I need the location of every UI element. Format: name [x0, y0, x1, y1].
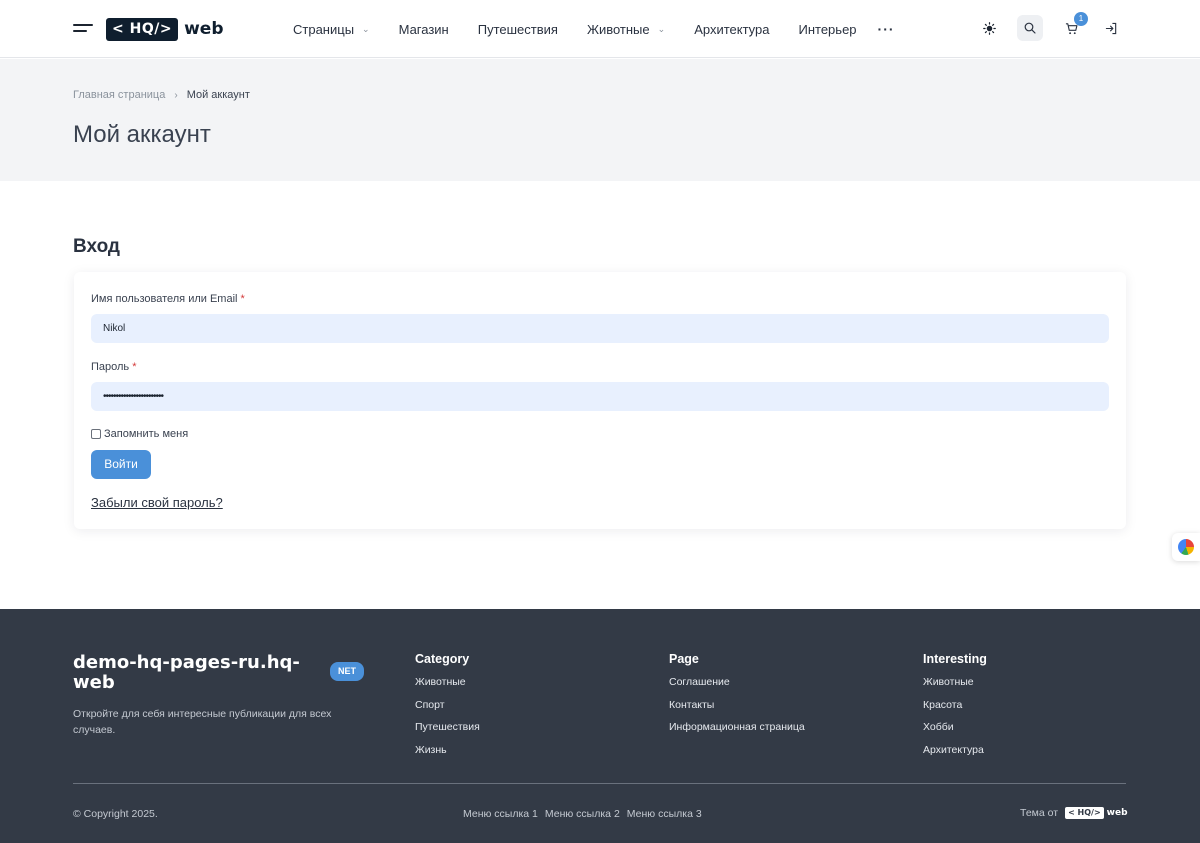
- login-button[interactable]: [1098, 15, 1124, 41]
- page-header-band: Главная страница › Мой аккаунт Мой аккау…: [0, 59, 1200, 181]
- site-logo[interactable]: < HQ/> web: [106, 17, 223, 41]
- chevron-down-icon: ⌄: [657, 23, 666, 34]
- breadcrumb-current: Мой аккаунт: [186, 89, 250, 101]
- footer-menu-link[interactable]: Меню ссылка 3: [627, 808, 702, 820]
- footer-link[interactable]: Спорт: [415, 696, 480, 719]
- footer-column-title: Category: [415, 652, 470, 666]
- remember-me[interactable]: Запомнить меня: [91, 428, 188, 440]
- password-label: Пароль *: [91, 361, 137, 373]
- chart-pie-icon: [1178, 539, 1194, 555]
- accessibility-widget[interactable]: [1172, 533, 1200, 561]
- username-label: Имя пользователя или Email *: [91, 293, 245, 305]
- footer-link[interactable]: Красота: [923, 696, 987, 719]
- forgot-password-link[interactable]: Забыли свой пароль?: [91, 495, 223, 510]
- footer-brand[interactable]: demo-hq-pages-ru.hq-web: [73, 653, 313, 693]
- theme-logo-word[interactable]: web: [1107, 808, 1128, 818]
- footer-link[interactable]: Информационная страница: [669, 718, 805, 741]
- footer-column-category: Category Животные Спорт Путешествия Жизн…: [415, 652, 480, 763]
- footer-column-page: Page Соглашение Контакты Информационная …: [669, 652, 805, 741]
- footer-menu-link[interactable]: Меню ссылка 2: [545, 808, 620, 820]
- login-submit-button[interactable]: Войти: [91, 450, 151, 479]
- password-label-text: Пароль: [91, 361, 130, 373]
- login-icon: [1105, 22, 1116, 34]
- site-header: < HQ/> web Страницы ⌄ Магазин Путешестви…: [0, 0, 1200, 58]
- login-form: Имя пользователя или Email * Пароль * За…: [74, 272, 1126, 529]
- sun-icon: [982, 21, 996, 35]
- nav-item-label: Путешествия: [477, 21, 558, 37]
- footer-column-interesting: Interesting Животные Красота Хобби Архит…: [923, 652, 987, 763]
- username-input[interactable]: [91, 314, 1109, 343]
- nav-item-interior[interactable]: Интерьер: [799, 22, 857, 37]
- nav-item-label: Магазин: [398, 21, 449, 37]
- footer-copyright: © Copyright 2025.: [73, 808, 158, 820]
- nav-item-pages[interactable]: Страницы ⌄: [293, 22, 370, 37]
- nav-item-label: Архитектура: [694, 21, 770, 37]
- search-icon: [1024, 22, 1036, 34]
- nav-item-label: Интерьер: [798, 21, 857, 37]
- chevron-right-icon: ›: [174, 89, 178, 101]
- logo-tag: < HQ/>: [106, 17, 179, 41]
- cart-count-badge: 1: [1074, 12, 1088, 26]
- remember-me-label: Запомнить меня: [104, 428, 189, 440]
- logo-word: web: [184, 19, 224, 39]
- password-input[interactable]: [91, 382, 1109, 411]
- footer-menu: Меню ссылка 1 Меню ссылка 2 Меню ссылка …: [463, 808, 709, 820]
- nav-item-animals[interactable]: Животные ⌄: [587, 22, 665, 37]
- chevron-down-icon: ⌄: [362, 23, 370, 34]
- login-heading: Вход: [73, 236, 120, 257]
- nav-item-label: Страницы: [293, 21, 355, 37]
- footer-description: Откройте для себя интересные публикации …: [73, 708, 332, 736]
- remember-me-checkbox[interactable]: [91, 429, 101, 439]
- page-title: Мой аккаунт: [73, 121, 211, 148]
- footer-link[interactable]: Животные: [415, 673, 480, 696]
- theme-logo-tag[interactable]: < HQ/>: [1065, 807, 1104, 819]
- theme-toggle-icon[interactable]: [976, 15, 1002, 41]
- footer-column-title: Interesting: [923, 652, 987, 666]
- more-menu-icon[interactable]: ···: [878, 21, 895, 37]
- footer-menu-link[interactable]: Меню ссылка 1: [463, 808, 538, 820]
- footer-link[interactable]: Жизнь: [415, 741, 480, 764]
- breadcrumb-home-link[interactable]: Главная страница: [73, 89, 165, 101]
- footer-link[interactable]: Архитектура: [923, 741, 987, 764]
- nav-item-shop[interactable]: Магазин: [399, 22, 449, 37]
- required-mark: *: [240, 293, 245, 305]
- required-mark: *: [132, 361, 137, 373]
- footer-link[interactable]: Контакты: [669, 696, 805, 719]
- nav-item-architecture[interactable]: Архитектура: [694, 22, 769, 37]
- footer-link[interactable]: Соглашение: [669, 673, 805, 696]
- search-button[interactable]: [1017, 15, 1043, 41]
- footer-divider: [73, 783, 1126, 784]
- theme-credit-label: Тема от: [1020, 807, 1059, 819]
- footer-link[interactable]: Хобби: [923, 718, 987, 741]
- footer-link[interactable]: Путешествия: [415, 718, 480, 741]
- cart-button[interactable]: 1: [1058, 12, 1088, 41]
- nav-item-travel[interactable]: Путешествия: [478, 22, 558, 37]
- breadcrumb: Главная страница › Мой аккаунт: [73, 89, 250, 101]
- menu-icon[interactable]: [73, 24, 93, 34]
- main-nav: Страницы ⌄ Магазин Путешествия Животные …: [293, 0, 895, 58]
- site-footer: demo-hq-pages-ru.hq-web NET Откройте для…: [0, 609, 1200, 843]
- nav-item-label: Животные: [586, 21, 650, 37]
- footer-badge: NET: [330, 662, 364, 681]
- footer-column-title: Page: [669, 652, 699, 666]
- footer-theme-credit: Тема от < HQ/> web: [1020, 807, 1128, 819]
- footer-link[interactable]: Животные: [923, 673, 987, 696]
- username-label-text: Имя пользователя или Email: [91, 293, 238, 305]
